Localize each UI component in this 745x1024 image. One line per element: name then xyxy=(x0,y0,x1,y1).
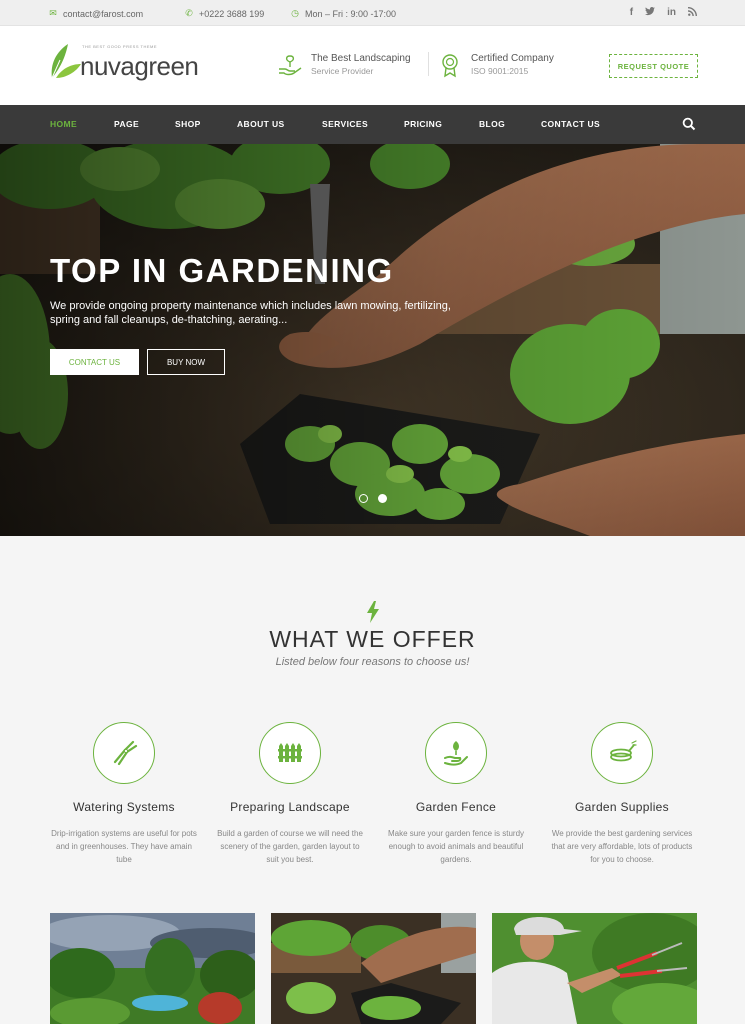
feature-preparing-landscape: Preparing Landscape Build a garden of co… xyxy=(207,722,373,866)
site-logo[interactable]: THE BEST GOOD PRESS THEME nuvagreen xyxy=(48,40,213,90)
feature-title: Watering Systems xyxy=(73,800,175,814)
buy-now-button[interactable]: BUY NOW xyxy=(147,349,225,375)
feature-garden-fence: Garden Fence Make sure your garden fence… xyxy=(373,722,539,866)
feature-description: Drip-irrigation systems are useful for p… xyxy=(51,829,197,864)
hero-garden-image xyxy=(0,144,745,536)
leaf-logo-icon xyxy=(51,44,81,79)
info2-title: Certified Company xyxy=(471,53,554,64)
gallery-image-seedlings[interactable] xyxy=(271,913,476,1024)
header-divider xyxy=(428,52,429,76)
info1-title: The Best Landscaping xyxy=(311,53,411,64)
logo-text: nuvagreen xyxy=(80,51,199,81)
logo-tagline: THE BEST GOOD PRESS THEME xyxy=(82,44,158,49)
hose-icon xyxy=(610,740,637,762)
feature-description: We provide the best gardening services t… xyxy=(551,829,693,864)
feature-icon-circle[interactable] xyxy=(591,722,653,784)
hero-title: TOP IN GARDENING xyxy=(50,252,394,289)
hero-description: We provide ongoing property maintenance … xyxy=(50,300,451,326)
section-subtitle: Listed below four reasons to choose us! xyxy=(275,656,470,668)
hours-text: Mon – Fri : 9:00 -17:00 xyxy=(305,8,397,19)
feature-icon-circle[interactable] xyxy=(93,722,155,784)
nav-item-contact-us[interactable]: CONTACT US xyxy=(541,119,600,129)
plant-hand-icon xyxy=(444,741,468,766)
request-quote-button[interactable]: REQUEST QUOTE xyxy=(609,54,698,78)
info2-sub: ISO 9001:2015 xyxy=(471,66,529,76)
feature-icon-circle[interactable] xyxy=(259,722,321,784)
hand-plant-icon xyxy=(279,55,302,76)
gallery-image-gardener[interactable] xyxy=(492,913,697,1024)
nav-item-about-us[interactable]: ABOUT US xyxy=(237,119,285,129)
slider-dot-1[interactable] xyxy=(359,494,368,503)
nav-item-pricing[interactable]: PRICING xyxy=(404,119,442,129)
feature-description: Make sure your garden fence is sturdy en… xyxy=(387,829,525,864)
topbar-phone[interactable]: ✆ +0222 3688 199 xyxy=(184,8,264,19)
nav-item-shop[interactable]: SHOP xyxy=(175,119,201,129)
phone-text: +0222 3688 199 xyxy=(199,8,265,19)
feature-title: Preparing Landscape xyxy=(230,800,350,814)
main-nav: HOME PAGE SHOP ABOUT US SERVICES PRICING… xyxy=(0,105,745,144)
feature-watering-systems: Watering Systems Drip-irrigation systems… xyxy=(41,722,207,866)
feature-garden-supplies: Garden Supplies We provide the best gard… xyxy=(539,722,705,866)
email-text: contact@farost.com xyxy=(63,8,144,19)
phone-icon: ✆ xyxy=(185,8,193,18)
clock-icon: ◷ xyxy=(291,8,299,18)
lightning-bolt-icon xyxy=(367,601,379,623)
linkedin-icon[interactable]: in xyxy=(667,7,676,19)
info-landscaping: The Best Landscaping Service Provider xyxy=(277,52,411,78)
feature-icon-circle[interactable] xyxy=(425,722,487,784)
contact-us-button[interactable]: CONTACT US xyxy=(50,349,139,375)
social-links: f in xyxy=(630,7,697,19)
nav-item-home[interactable]: HOME xyxy=(50,119,77,129)
shears-icon xyxy=(113,740,138,766)
topbar-email[interactable]: ✉ contact@farost.com xyxy=(48,8,143,19)
feature-description: Build a garden of course we will need th… xyxy=(217,829,363,864)
fence-icon xyxy=(278,743,302,762)
facebook-icon[interactable]: f xyxy=(630,7,633,19)
topbar-hours: ◷ Mon – Fri : 9:00 -17:00 xyxy=(290,8,396,19)
info-certified: Certified Company ISO 9001:2015 xyxy=(437,52,554,78)
top-bar: ✉ contact@farost.com ✆ +0222 3688 199 ◷ … xyxy=(0,0,745,26)
gallery-image-landscape[interactable] xyxy=(50,913,255,1024)
envelope-icon: ✉ xyxy=(49,8,57,18)
hero-slider: TOP IN GARDENING We provide ongoing prop… xyxy=(0,144,745,536)
rss-icon[interactable] xyxy=(688,7,697,19)
info1-sub: Service Provider xyxy=(311,66,374,76)
feature-title: Garden Supplies xyxy=(575,800,669,814)
search-icon[interactable] xyxy=(682,117,696,131)
twitter-icon[interactable] xyxy=(645,7,656,19)
award-badge-icon xyxy=(442,54,458,78)
slider-dot-2[interactable] xyxy=(378,494,387,503)
nav-item-page[interactable]: PAGE xyxy=(114,119,139,129)
nav-item-blog[interactable]: BLOG xyxy=(479,119,505,129)
feature-title: Garden Fence xyxy=(415,800,497,814)
section-title: WHAT WE OFFER xyxy=(269,626,476,652)
nav-item-services[interactable]: SERVICES xyxy=(322,119,368,129)
